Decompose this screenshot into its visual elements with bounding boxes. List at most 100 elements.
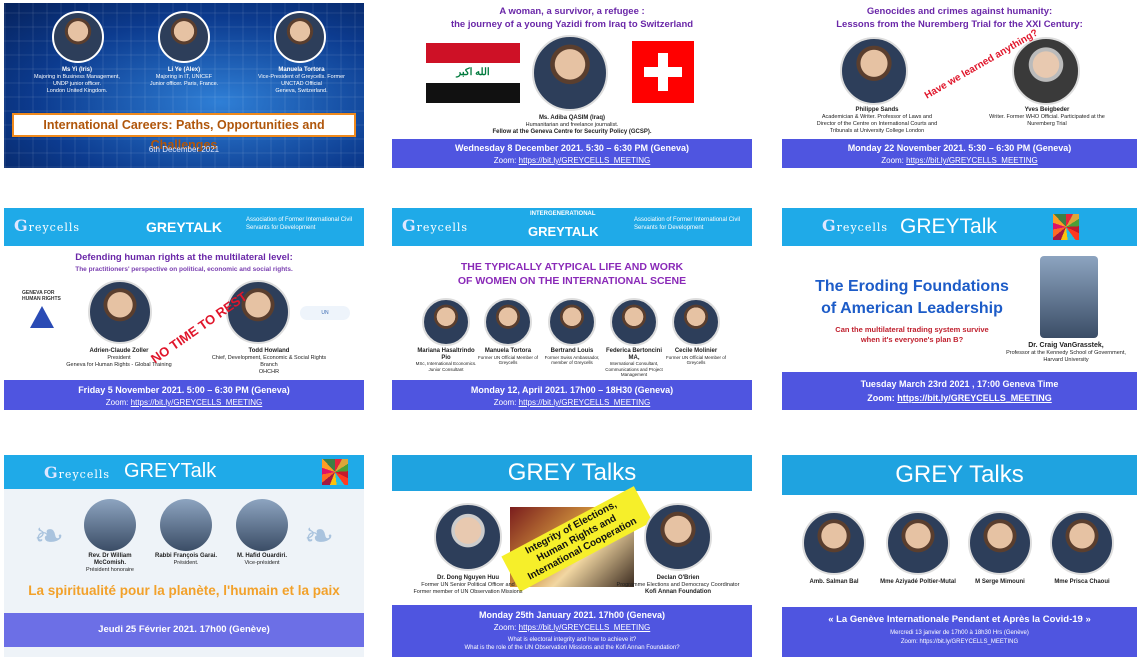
- speaker-caption: Adrien-Claude Zoller President Geneva for …: [66, 348, 172, 368]
- poster-title: THE TYPICALLY ATYPICAL LIFE AND WORK OF W…: [457, 261, 687, 287]
- zoom-link[interactable]: https://bit.ly/GREYCELLS_MEETING: [906, 156, 1038, 165]
- poster-yazidi-journey[interactable]: A woman, a survivor, a refugee : the jour…: [392, 3, 752, 168]
- speaker-photo: [1040, 256, 1098, 338]
- header-title: GREYTALK: [528, 224, 599, 239]
- event-info-band: Monday 25th January 2021. 17h00 (Geneva)…: [392, 605, 752, 657]
- avatar: [672, 298, 720, 346]
- speaker-caption: Rev. Dr William McComish. Président honor…: [85, 553, 134, 573]
- speaker-caption: Dr. Dong Nguyen Huu Former UN Senior Poli…: [413, 575, 523, 595]
- poster-spiritualite[interactable]: Greycells GREYTalk ❧ ❧ Rev. Dr William M…: [4, 455, 364, 657]
- avatar: [158, 11, 210, 63]
- zoom-label: Zoom:: [105, 398, 129, 407]
- event-datetime: Jeudi 25 Février 2021. 17h00 (Genève): [98, 624, 270, 635]
- event-info-band: Monday 12, April 2021. 17h00 – 18H30 (Ge…: [392, 380, 752, 410]
- poster-title: Defending human rights at the multilater…: [75, 252, 293, 263]
- avatar: [274, 11, 326, 63]
- avatar: [532, 35, 608, 111]
- avatar: [484, 298, 532, 346]
- speaker-caption: Yves Beigbeder Writer. Former WHO Officia…: [989, 107, 1105, 127]
- speaker-caption: Manuela Tortora Former UN Official Member…: [478, 348, 538, 365]
- avatar: [88, 280, 152, 344]
- avatar: [52, 11, 104, 63]
- poster-title: Genocides and crimes against humanity: Le…: [836, 6, 1083, 30]
- greycells-logo: Greycells: [44, 463, 111, 482]
- poster-american-leadership[interactable]: Greycells GREYTalk The Eroding Foundatio…: [782, 208, 1137, 410]
- event-datetime: Mercredi 13 janvier de 17h00 à 18h30 Hrs…: [890, 630, 1029, 636]
- event-datetime: Wednesday 8 December 2021. 5:30 – 6:30 P…: [455, 143, 689, 153]
- sdg-wheel-icon: [322, 459, 348, 485]
- poster-international-careers[interactable]: Ms Yi (Iris) Majoring in Business Managem…: [4, 3, 364, 168]
- dove-icon: ❧: [304, 515, 335, 556]
- zoom-label: Zoom:: [881, 156, 904, 165]
- greycells-logo: Greycells: [402, 216, 469, 235]
- avatar: [644, 503, 712, 571]
- speaker-caption: Dr. Craig VanGrasstek, Professor at the K…: [1006, 342, 1126, 363]
- avatar: [886, 511, 950, 575]
- zoom-link[interactable]: https://bit.ly/GREYCELLS_MEETING: [519, 623, 651, 632]
- event-datetime: Monday 25th January 2021. 17h00 (Geneva): [478, 610, 666, 620]
- sdg-wheel-icon: [1053, 214, 1079, 240]
- greycells-logo: Greycells: [822, 216, 889, 235]
- speaker-caption: M. Hafid Ouardiri. Vice-président: [236, 553, 287, 566]
- zoom-link[interactable]: Zoom: https://bit.ly/GREYCELLS_MEETING: [782, 638, 1137, 647]
- association-name: Association of Former International Civi…: [634, 217, 741, 231]
- avatar: [160, 499, 212, 551]
- zoom-link[interactable]: https://bit.ly/GREYCELLS_MEETING: [519, 156, 651, 165]
- greycells-logo: Greycells: [14, 216, 81, 235]
- poster-women-international[interactable]: Greycells INTERGENERATIONAL GREYTALK Ass…: [392, 208, 752, 410]
- speaker-caption: Federica Bertoncini MA, International Con…: [605, 348, 663, 377]
- poster-header: Greycells GREYTalk: [782, 208, 1137, 246]
- poster-title: The Eroding Foundations of American Leade…: [815, 278, 1009, 317]
- poster-header: Greycells GREYTalk: [4, 455, 364, 489]
- avatar: [434, 503, 502, 571]
- poster-header: Greycells GREYTALK Association of Former…: [4, 208, 364, 246]
- speaker-caption: Rabbi François Garai. Président.: [154, 553, 218, 566]
- avatar: [1050, 511, 1114, 575]
- zoom-link[interactable]: https://bit.ly/GREYCELLS_MEETING: [897, 393, 1052, 403]
- event-datetime: Monday 22 November 2021. 5:30 – 6:30 PM …: [847, 143, 1072, 153]
- avatar: [422, 298, 470, 346]
- speaker-caption: M Serge Mimouni: [975, 579, 1025, 585]
- header-title: GREYTalk: [900, 215, 997, 238]
- speaker-caption: Ms. Adiba QASIM (Iraq) Humanitarian and f…: [492, 115, 652, 135]
- poster-election-integrity[interactable]: GREY Talks Integrity of Elections, Human …: [392, 455, 752, 657]
- event-poster-grid: Ms Yi (Iris) Majoring in Business Managem…: [0, 0, 1137, 657]
- event-info-band: Jeudi 25 Février 2021. 17h00 (Genève): [4, 613, 364, 647]
- header-kicker: INTERGENERATIONAL: [530, 211, 596, 217]
- header-title: GREYTalk: [124, 460, 217, 482]
- swiss-flag-icon: [632, 41, 694, 103]
- zoom-link[interactable]: https://bit.ly/GREYCELLS_MEETING: [131, 398, 263, 407]
- speaker-caption: Ms Yi (Iris) Majoring in Business Managem…: [34, 67, 120, 94]
- event-info-band: « La Genève Internationale Pendant et Ap…: [782, 607, 1137, 657]
- zoom-link[interactable]: https://bit.ly/GREYCELLS_MEETING: [519, 398, 651, 407]
- header-title: GREYTALK: [146, 219, 222, 235]
- event-info-band: Monday 22 November 2021. 5:30 – 6:30 PM …: [782, 139, 1137, 168]
- header-title: GREY Talks: [507, 459, 637, 486]
- speaker-caption: Manuela Tortora Vice-President of Greycel…: [257, 67, 345, 94]
- speaker-caption: Mariana Hasaltrindo Pio MSc, Internationa…: [415, 348, 477, 372]
- event-info-band: Friday 5 November 2021. 5:00 – 6:30 PM (…: [4, 380, 364, 410]
- event-info-band: Wednesday 8 December 2021. 5:30 – 6:30 P…: [392, 139, 752, 168]
- avatar: [236, 499, 288, 551]
- poster-title: International Careers: Paths, Opportunit…: [12, 113, 356, 152]
- speaker-caption: Cecile Molinier Former UN Official Member…: [666, 348, 726, 365]
- poster-human-rights[interactable]: Greycells GREYTALK Association of Former…: [4, 208, 364, 410]
- avatar: [840, 37, 908, 105]
- avatar: [610, 298, 658, 346]
- avatar: [802, 511, 866, 575]
- speaker-caption: Declan O'Brien Programme Elections and De…: [616, 575, 740, 595]
- speaker-caption: Bertrand Louis Former Swiss Ambassador, m…: [544, 348, 600, 365]
- poster-header: Greycells INTERGENERATIONAL GREYTALK Ass…: [392, 208, 752, 246]
- event-datetime: Friday 5 November 2021. 5:00 – 6:30 PM (…: [78, 385, 290, 395]
- poster-subtitle: Can the multilateral trading system surv…: [835, 325, 989, 344]
- zoom-label: Zoom:: [493, 398, 517, 407]
- speaker-caption: Li Ye (Alex) Majoring in IT, UNICEF Junior…: [149, 67, 219, 87]
- zoom-label: Zoom:: [493, 156, 517, 165]
- poster-subtitle: The practitioners' perspective on politi…: [75, 266, 293, 273]
- speaker-caption: Mme Aziyadé Poltier-Mutal: [880, 579, 956, 585]
- zoom-label: Zoom:: [867, 393, 895, 403]
- org-logo-text: GENEVA FOR HUMAN RIGHTS: [22, 290, 61, 302]
- poster-geneve-covid[interactable]: GREY Talks Amb. Salman Bal Mme Aziyadé P…: [782, 455, 1137, 657]
- poster-nuremberg-lessons[interactable]: Genocides and crimes against humanity: Le…: [782, 3, 1137, 168]
- avatar: [548, 298, 596, 346]
